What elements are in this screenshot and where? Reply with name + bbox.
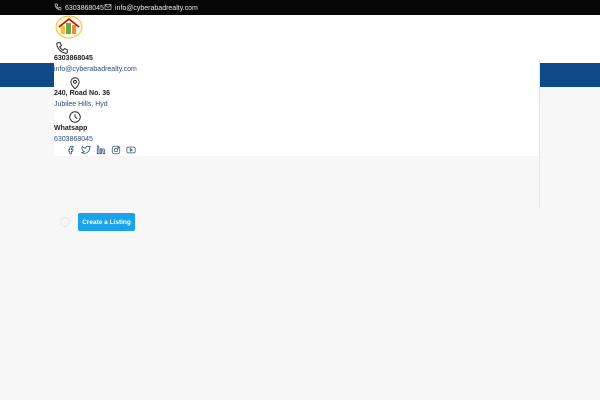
create-listing-button[interactable]: Create a Listing [78,213,135,231]
clock-icon [68,110,82,124]
envelope-icon [104,3,112,13]
topbar-phone-text: 6303868045 [65,4,104,12]
twitter-icon[interactable] [81,145,91,155]
phone-icon [54,3,62,13]
instagram-icon[interactable] [111,145,121,155]
linkedin-icon[interactable] [96,145,106,155]
topbar-phone[interactable]: 6303868045 [54,3,104,13]
top-info-bar: 6303868045 info@cyberabadrealty.com [0,0,600,15]
map-pin-icon [68,76,82,90]
contact-whatsapp-value[interactable]: 6303868045 [54,136,93,143]
contact-phone-title: 6303868045 [54,55,93,62]
topbar-email-text: info@cyberabadrealty.com [115,4,198,12]
phone-icon [55,41,69,55]
contact-address-title: 240, Road No. 36 [54,90,111,97]
contact-email-link[interactable]: info@cyberabadrealty.com [54,66,137,73]
contact-panel [54,60,540,156]
logo-house-icon [55,15,83,39]
topbar-email[interactable]: info@cyberabadrealty.com [104,3,198,13]
panel-divider [539,60,540,208]
site-logo[interactable] [54,15,84,39]
user-icon[interactable] [60,217,70,227]
facebook-icon[interactable] [66,145,76,155]
social-links [66,145,136,155]
youtube-icon[interactable] [126,145,136,155]
contact-whatsapp-title: Whatsapp [54,125,88,132]
contact-address-value: Jubilee Hills, Hyd [54,101,108,108]
